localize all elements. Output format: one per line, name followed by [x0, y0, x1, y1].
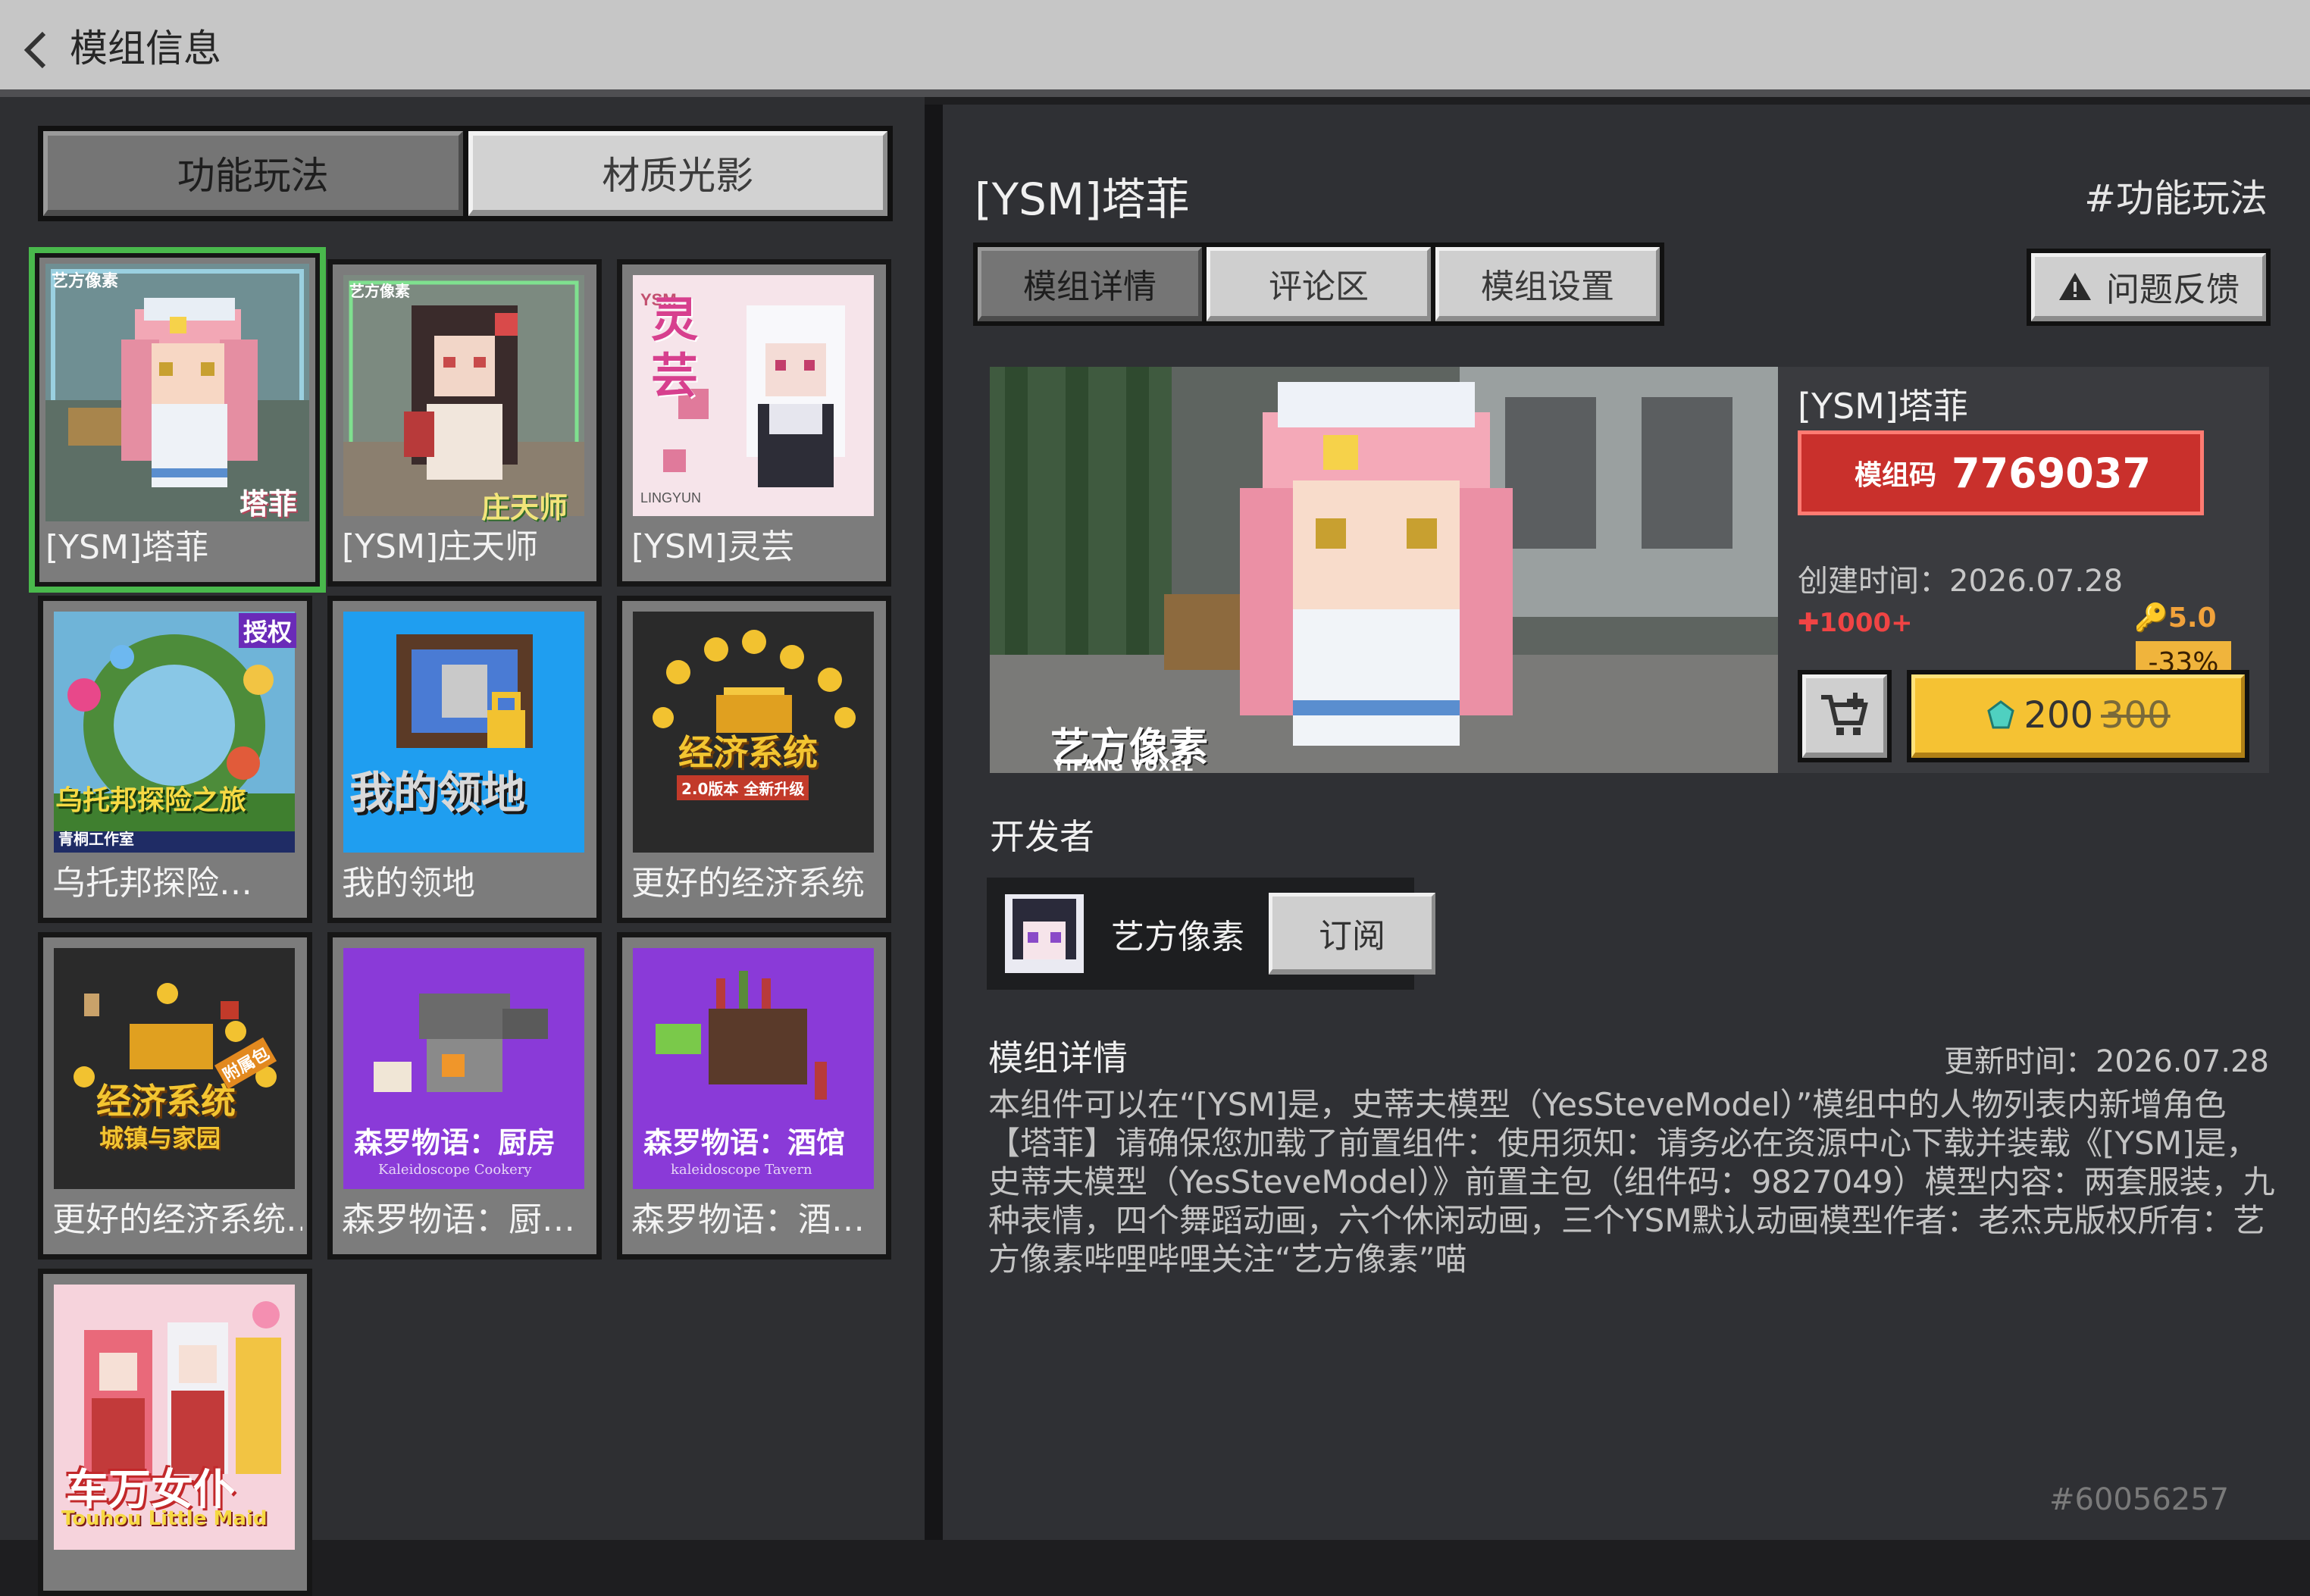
studio-text: 青桐工作室: [58, 830, 134, 848]
mod-art-sub: kaleidoscope Tavern: [671, 1162, 812, 1178]
mod-art-sub: 2.0版本 全新升级: [677, 775, 809, 800]
mod-art-text: 我的领地: [349, 767, 526, 818]
mod-detail-title: [YSM]塔菲: [975, 174, 1190, 225]
buy-inner: 200 300: [1911, 674, 2245, 758]
created-time: 创建时间：2026.07.28: [1798, 564, 2124, 599]
mod-title: 乌托邦探险…: [52, 864, 252, 903]
rating-icon: 🔑: [2134, 602, 2168, 634]
add-to-cart-button[interactable]: [1798, 670, 1892, 762]
mod-title: 我的领地: [342, 864, 475, 903]
diamond-currency-icon: [1987, 700, 2015, 729]
mod-card-economy-town[interactable]: 经济系统 城镇与家园 附属包 更好的经济系统…: [38, 932, 312, 1260]
mod-title: 森罗物语：厨…: [342, 1200, 575, 1239]
developer-card: 艺方像素 订阅: [987, 878, 1435, 990]
mod-description: 本组件可以在“[YSM]是，史蒂夫模型（YesSteveModel）”模组中的人…: [988, 1086, 2275, 1278]
cart-inner: [1802, 674, 1887, 758]
developer-heading: 开发者: [990, 816, 1094, 857]
svg-text:LINGYUN: LINGYUN: [640, 490, 701, 505]
tab-texture-shader[interactable]: 材质光影: [468, 131, 887, 216]
mod-id: #60056257: [2049, 1482, 2230, 1517]
price-value: 200: [2024, 694, 2093, 737]
category-tabs: 功能玩法 材质光影: [38, 126, 893, 221]
mod-banner-image: 艺方像素 YIFANG VOXEL: [990, 367, 1778, 773]
panel-divider: [925, 105, 943, 1540]
mod-art-text: 经济系统: [678, 732, 818, 773]
mod-title: 更好的经济系统…: [52, 1200, 302, 1239]
mod-card-tavern[interactable]: 森罗物语：酒馆 kaleidoscope Tavern 森罗物语：酒…: [617, 932, 891, 1260]
mod-badge: 塔菲: [239, 487, 298, 521]
rating: 🔑5.0: [2134, 602, 2217, 634]
original-price: 300: [2101, 694, 2171, 737]
developer-name[interactable]: 艺方像素: [1111, 909, 1244, 958]
mod-title: 森罗物语：酒…: [631, 1200, 865, 1239]
tab-gameplay[interactable]: 功能玩法: [43, 131, 463, 216]
mod-art-text: 森罗物语：厨房: [354, 1125, 556, 1159]
add-cart-icon: [1821, 693, 1868, 735]
tab-mod-details[interactable]: 模组详情: [978, 247, 1202, 321]
mod-card-touhou-maid[interactable]: 车万女仆 Touhou Little Maid: [38, 1269, 312, 1596]
mod-art-sub: Touhou Little Maid: [61, 1507, 268, 1530]
page-title: 模组信息: [70, 27, 221, 70]
mod-art-text: 灵芸: [651, 292, 699, 403]
license-badge: 授权: [239, 613, 297, 648]
mod-card-lingyun[interactable]: YSM LINGYUN 灵芸 [YSM]灵芸: [617, 259, 891, 587]
category-hashtag[interactable]: #功能玩法: [2084, 168, 2268, 223]
report-feedback-inner: 问题反馈: [2031, 253, 2266, 321]
banner-logo-subtext: YIFANG VOXEL: [1053, 756, 1195, 773]
mod-title: [YSM]塔菲: [45, 528, 209, 567]
update-time: 更新时间：2026.07.28: [1943, 1044, 2269, 1079]
mod-title: [YSM]灵芸: [631, 527, 795, 566]
details-heading: 模组详情: [988, 1037, 1128, 1078]
warning-icon: [2059, 273, 2091, 300]
popularity-value: 1000+: [1819, 608, 1913, 638]
mod-card-economy[interactable]: 经济系统 2.0版本 全新升级 更好的经济系统: [617, 596, 891, 923]
mod-detail-panel: [YSM]塔菲 #功能玩法 模组详情 评论区 模组设置 问题反馈 艺方像素 YI…: [943, 105, 2310, 1540]
mod-card-taffy[interactable]: 艺方像素 塔菲 [YSM]塔菲: [29, 247, 326, 593]
mod-code-badge[interactable]: 模组码 7769037: [1798, 430, 2204, 515]
mod-card-kitchen[interactable]: 森罗物语：厨房 Kaleidoscope Cookery 森罗物语：厨…: [327, 932, 602, 1260]
svg-text:艺方像素: 艺方像素: [349, 282, 410, 300]
mod-card-zhuang[interactable]: 艺方像素 庄天师 [YSM]庄天师: [327, 259, 602, 587]
tab-comments[interactable]: 评论区: [1207, 247, 1431, 321]
buy-button[interactable]: 200 300: [1907, 670, 2249, 762]
mod-art-text: 经济系统: [96, 1081, 236, 1122]
report-feedback-label: 问题反馈: [2106, 271, 2240, 309]
mod-title: [YSM]庄天师: [342, 527, 539, 566]
tab-mod-settings[interactable]: 模组设置: [1435, 247, 1660, 321]
popularity-count: ✚1000+: [1798, 608, 1913, 638]
mod-card-utopia[interactable]: 授权 乌托邦探险之旅 青桐工作室 乌托邦探险…: [38, 596, 312, 923]
top-bar: 模组信息: [0, 0, 2310, 97]
mod-card-territory[interactable]: 我的领地 我的领地: [327, 596, 602, 923]
mod-code-value: 7769037: [1952, 449, 2152, 497]
mod-name: [YSM]塔菲: [1798, 386, 1968, 427]
mod-thumbnail: 艺方像素: [343, 275, 584, 516]
mod-art-text: 森罗物语：酒馆: [643, 1125, 846, 1159]
popularity-icon: ✚: [1798, 608, 1820, 638]
back-chevron-icon[interactable]: [20, 27, 53, 73]
report-feedback-button[interactable]: 问题反馈: [2027, 249, 2271, 326]
rating-value: 5.0: [2168, 602, 2217, 634]
mod-art-sub: Kaleidoscope Cookery: [378, 1162, 532, 1178]
mod-info-box: [YSM]塔菲 模组码 7769037 创建时间：2026.07.28 ✚100…: [1778, 367, 2269, 773]
svg-text:艺方像素: 艺方像素: [52, 271, 118, 290]
mod-art-text: 乌托邦探险之旅: [55, 785, 247, 816]
subscribe-button[interactable]: 订阅: [1269, 893, 1435, 975]
detail-tabs: 模组详情 评论区 模组设置: [973, 243, 1664, 326]
mod-list-panel: 功能玩法 材质光影 艺方像素 塔菲 [YSM]塔菲 艺方像素 庄天师 [YSM]…: [0, 97, 925, 1596]
mod-code-label: 模组码: [1855, 460, 1937, 491]
mod-title: 更好的经济系统: [631, 864, 865, 903]
mod-art-sub: 城镇与家园: [99, 1124, 221, 1153]
developer-avatar[interactable]: [1005, 894, 1084, 973]
